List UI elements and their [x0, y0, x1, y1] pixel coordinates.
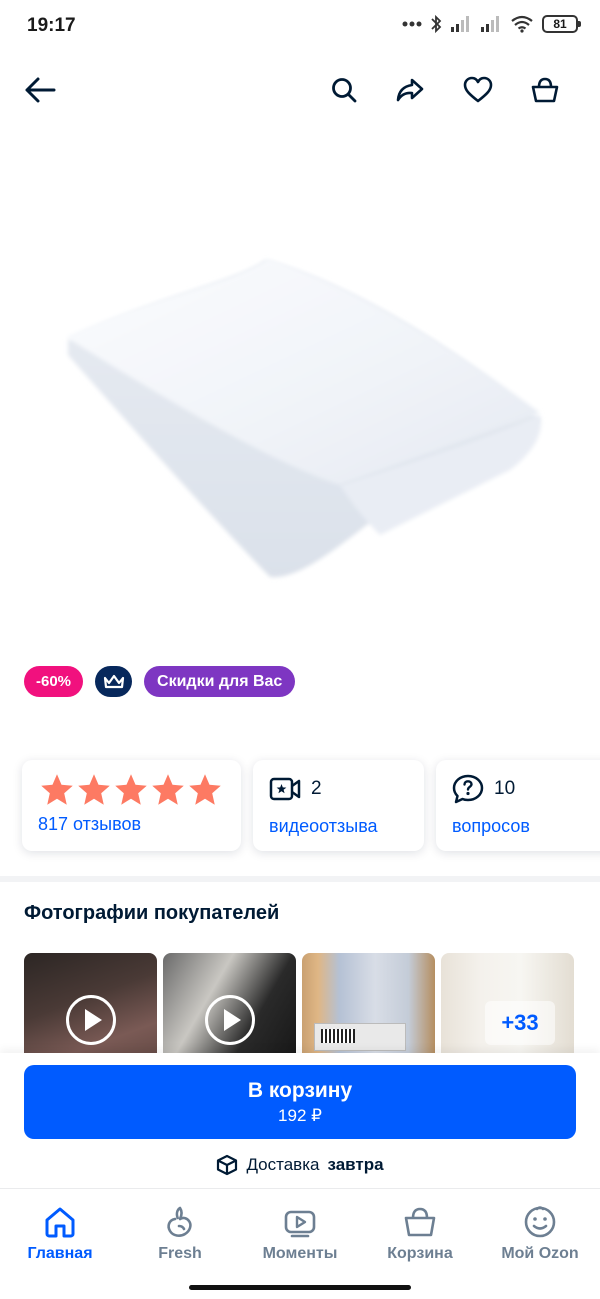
home-icon — [45, 1207, 75, 1238]
back-button[interactable] — [18, 62, 62, 118]
video-star-icon — [269, 777, 301, 801]
reviews-link[interactable]: 817 отзывов — [38, 814, 225, 835]
signal-icon — [451, 16, 469, 32]
more-photos-thumb[interactable]: +33 — [441, 953, 574, 1053]
tab-label: Главная — [27, 1245, 93, 1262]
section-divider — [0, 876, 600, 882]
customer-photos-title: Фотографии покупателей — [24, 902, 280, 924]
battery-icon: 81 — [542, 15, 581, 33]
back-arrow-icon — [25, 77, 56, 103]
video-reviews-card[interactable]: 2 видеоотзыва — [253, 760, 424, 851]
status-time: 19:17 — [27, 15, 76, 36]
cart-button-top[interactable] — [523, 62, 567, 118]
questions-count: 10 — [494, 778, 516, 799]
moments-icon — [284, 1210, 316, 1238]
tab-label: Моменты — [262, 1245, 338, 1262]
questions-card[interactable]: 10 вопросов — [436, 760, 600, 851]
foam-pad-image — [66, 259, 541, 578]
heart-icon — [463, 76, 493, 103]
delivery-info: Доставка завтра — [0, 1154, 600, 1176]
play-icon[interactable] — [66, 995, 116, 1045]
signal-icon — [481, 16, 499, 32]
stats-row: 817 отзывов 2 видеоотзыва 10 вопросов — [22, 760, 600, 851]
buy-panel: В корзину 192 ₽ Доставка завтра — [0, 1053, 600, 1188]
crown-icon — [103, 674, 124, 688]
star-icon — [78, 774, 110, 805]
bluetooth-icon — [431, 14, 442, 34]
add-to-cart-label: В корзину — [247, 1078, 353, 1102]
favorite-button[interactable] — [456, 62, 500, 118]
discount-badge: -60% — [24, 666, 84, 697]
star-icon — [115, 774, 147, 805]
customer-video-thumb[interactable] — [24, 953, 157, 1053]
questions-link[interactable]: вопросов — [452, 816, 600, 837]
dots-icon — [402, 21, 422, 27]
star-icon — [152, 774, 184, 805]
star-icon — [189, 774, 221, 805]
tab-cart[interactable]: Корзина — [360, 1189, 480, 1299]
tab-fresh[interactable]: Fresh — [120, 1189, 240, 1299]
add-to-cart-button[interactable]: В корзину 192 ₽ — [24, 1065, 576, 1139]
delivery-prefix: Доставка — [246, 1155, 320, 1174]
tab-label: Корзина — [387, 1245, 453, 1262]
play-icon[interactable] — [205, 995, 255, 1045]
rating-stars — [39, 772, 225, 808]
customer-photos-carousel[interactable]: +33 — [24, 953, 574, 1053]
bottom-tab-bar: Главная Fresh Моменты Корзина Мой Ozon — [0, 1188, 600, 1299]
basket-icon — [404, 1207, 436, 1237]
delivery-when: завтра — [327, 1155, 384, 1174]
customer-photo-thumb[interactable] — [302, 953, 435, 1053]
share-button[interactable] — [388, 62, 432, 118]
premium-badge[interactable] — [95, 666, 133, 697]
question-bubble-icon — [452, 774, 484, 804]
box-icon — [217, 1154, 238, 1176]
wifi-icon — [511, 15, 533, 33]
tab-home[interactable]: Главная — [0, 1189, 120, 1299]
tab-label: Fresh — [158, 1245, 202, 1262]
price: 192 ₽ — [278, 1105, 322, 1125]
tab-label: Мой Ozon — [501, 1245, 579, 1262]
search-button[interactable] — [322, 62, 366, 118]
search-icon — [332, 78, 357, 103]
star-icon — [41, 774, 73, 805]
promo-badge[interactable]: Скидки для Вас — [144, 666, 296, 697]
video-count: 2 — [311, 778, 322, 799]
home-indicator[interactable] — [189, 1285, 411, 1290]
video-reviews-link[interactable]: видеоотзыва — [269, 816, 408, 837]
product-image[interactable] — [0, 140, 600, 650]
badges: -60% Скидки для Вас — [24, 666, 296, 697]
tab-profile[interactable]: Мой Ozon — [480, 1189, 600, 1299]
more-photos-count[interactable]: +33 — [485, 1001, 555, 1045]
profile-icon — [524, 1206, 556, 1238]
cart-icon — [531, 77, 559, 103]
status-bar: 19:17 81 — [0, 0, 600, 56]
share-icon — [396, 78, 424, 102]
customer-video-thumb[interactable] — [163, 953, 296, 1053]
tab-moments[interactable]: Моменты — [240, 1189, 360, 1299]
status-icons: 81 — [402, 14, 581, 34]
fresh-icon — [167, 1206, 192, 1237]
top-navigation — [0, 62, 600, 118]
package-label — [314, 1023, 406, 1051]
reviews-card[interactable]: 817 отзывов — [22, 760, 241, 851]
